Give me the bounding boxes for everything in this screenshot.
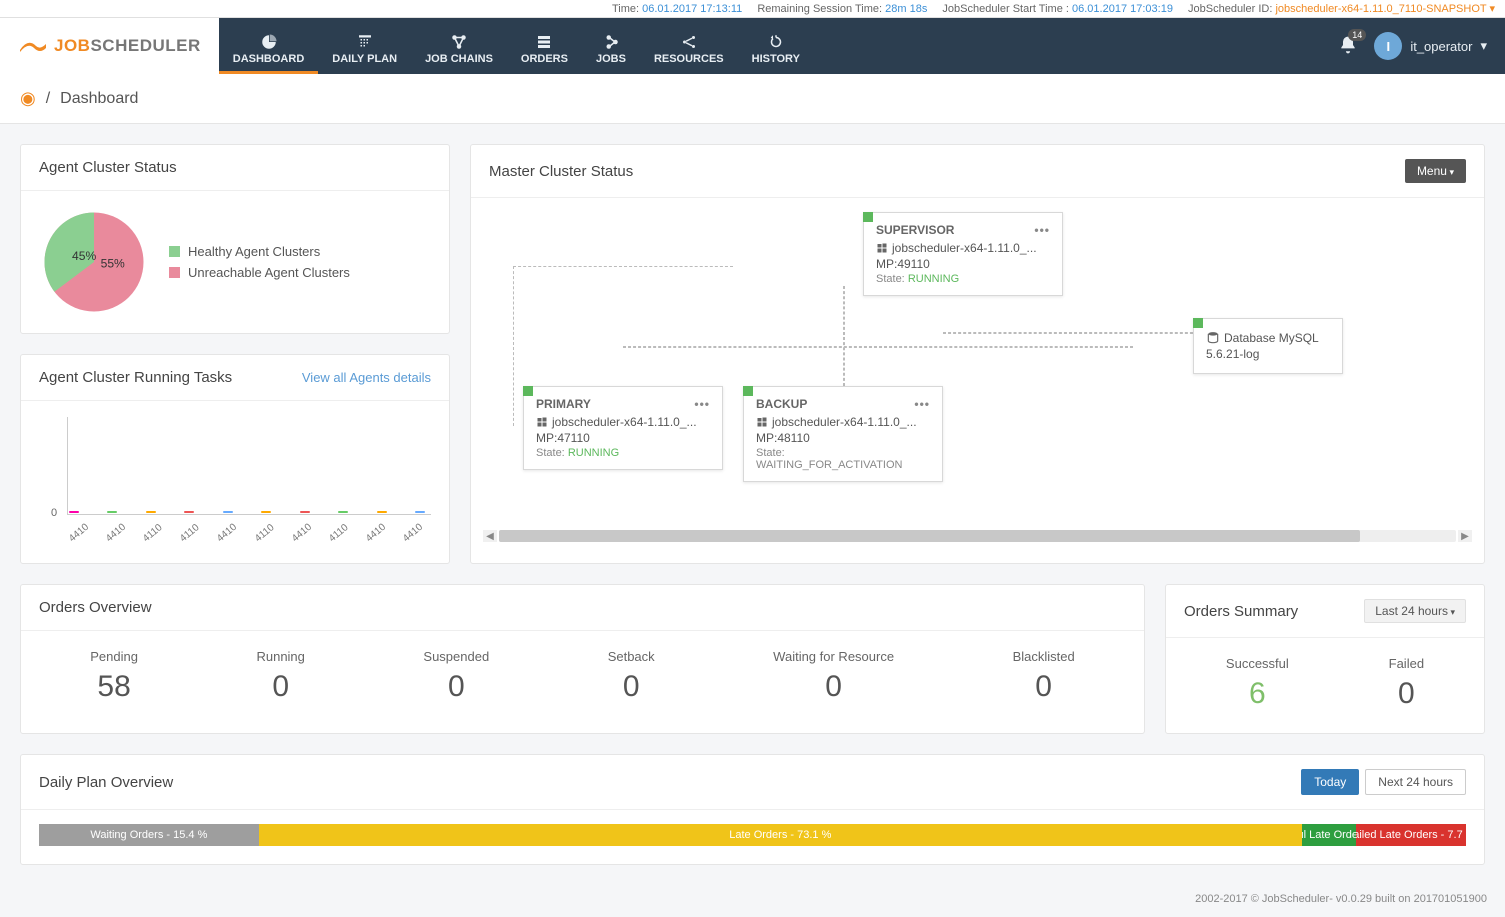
stat-running[interactable]: Running0: [256, 649, 304, 704]
stat-setback[interactable]: Setback0: [608, 649, 655, 704]
scheduler-id-dropdown[interactable]: jobscheduler-x64-1.11.0_7110-SNAPSHOT ▾: [1275, 3, 1495, 15]
user-menu[interactable]: I it_operator ▾: [1374, 32, 1487, 60]
username: it_operator: [1410, 39, 1472, 54]
stat-failed[interactable]: Failed0: [1389, 656, 1424, 711]
cluster-scrollbar[interactable]: ◀▶: [483, 530, 1472, 542]
supervisor-node: SUPERVISOR••• jobscheduler-x64-1.11.0_..…: [863, 212, 1063, 296]
node-more-icon[interactable]: •••: [1034, 223, 1050, 237]
orders-summary-card: Orders Summary Last 24 hours Successful6…: [1165, 584, 1485, 734]
notifications-icon[interactable]: 14: [1338, 35, 1358, 58]
stat-suspended[interactable]: Suspended0: [423, 649, 489, 704]
nav-daily-plan[interactable]: DAILY PLAN: [318, 18, 411, 74]
page-title: Dashboard: [60, 90, 138, 108]
info-bar: Time: 06.01.2017 17:13:11 Remaining Sess…: [0, 0, 1505, 18]
dp-segment[interactable]: Waiting Orders - 15.4 %: [39, 824, 259, 846]
nav-history[interactable]: HISTORY: [738, 18, 814, 74]
nav-orders[interactable]: ORDERS: [507, 18, 582, 74]
stat-successful[interactable]: Successful6: [1226, 656, 1289, 711]
stat-pending[interactable]: Pending58: [90, 649, 138, 704]
nav-job-chains[interactable]: JOB CHAINS: [411, 18, 507, 74]
agent-status-card: Agent Cluster Status 45% 55% Healthy Age…: [20, 144, 450, 334]
today-button[interactable]: Today: [1301, 769, 1359, 795]
running-tasks-chart: 0 44104410411041104410411044104110441044…: [39, 417, 431, 547]
stat-waiting-for-resource[interactable]: Waiting for Resource0: [773, 649, 894, 704]
stat-blacklisted[interactable]: Blacklisted0: [1013, 649, 1075, 704]
dp-segment[interactable]: Failed Late Orders - 7.7 %: [1356, 824, 1466, 846]
svg-text:45%: 45%: [72, 249, 96, 263]
agent-pie-chart: 45% 55%: [39, 207, 149, 317]
avatar: I: [1374, 32, 1402, 60]
master-cluster-card: Master Cluster Status Menu SUPERVISOR•••…: [470, 144, 1485, 564]
nav-dashboard[interactable]: DASHBOARD: [219, 18, 319, 74]
main-nav: DASHBOARDDAILY PLANJOB CHAINSORDERSJOBSR…: [219, 18, 1505, 74]
backup-node: BACKUP••• jobscheduler-x64-1.11.0_... MP…: [743, 386, 943, 482]
node-more-icon[interactable]: •••: [914, 397, 930, 411]
nav-jobs[interactable]: JOBS: [582, 18, 640, 74]
logo[interactable]: JOBSCHEDULER: [0, 18, 219, 74]
footer: 2002-2017 © JobScheduler- v0.0.29 built …: [0, 885, 1505, 917]
node-more-icon[interactable]: •••: [694, 397, 710, 411]
back-icon[interactable]: ◉: [20, 88, 36, 109]
view-agents-link[interactable]: View all Agents details: [302, 370, 431, 385]
pie-legend: Healthy Agent Clusters Unreachable Agent…: [169, 238, 350, 286]
database-node: Database MySQL 5.6.21-log: [1193, 318, 1343, 374]
primary-node: PRIMARY••• jobscheduler-x64-1.11.0_... M…: [523, 386, 723, 470]
orders-overview-card: Orders Overview Pending58Running0Suspend…: [20, 584, 1145, 734]
svg-text:55%: 55%: [101, 257, 125, 271]
dp-segment[interactable]: Late Orders - 73.1 %: [259, 824, 1302, 846]
daily-plan-bar: Waiting Orders - 15.4 %Late Orders - 73.…: [39, 824, 1466, 846]
nav-resources[interactable]: RESOURCES: [640, 18, 738, 74]
running-tasks-card: Agent Cluster Running Tasks View all Age…: [20, 354, 450, 564]
cluster-menu-button[interactable]: Menu: [1405, 159, 1466, 183]
breadcrumb: ◉ / Dashboard: [0, 74, 1505, 124]
next24-button[interactable]: Next 24 hours: [1365, 769, 1466, 795]
daily-plan-card: Daily Plan Overview Today Next 24 hours …: [20, 754, 1485, 865]
dp-segment[interactable]: Successful Late Orders - 3.8 %: [1302, 824, 1356, 846]
summary-range-dropdown[interactable]: Last 24 hours: [1364, 599, 1466, 623]
chevron-down-icon: ▾: [1480, 38, 1487, 54]
notification-count: 14: [1348, 29, 1366, 41]
